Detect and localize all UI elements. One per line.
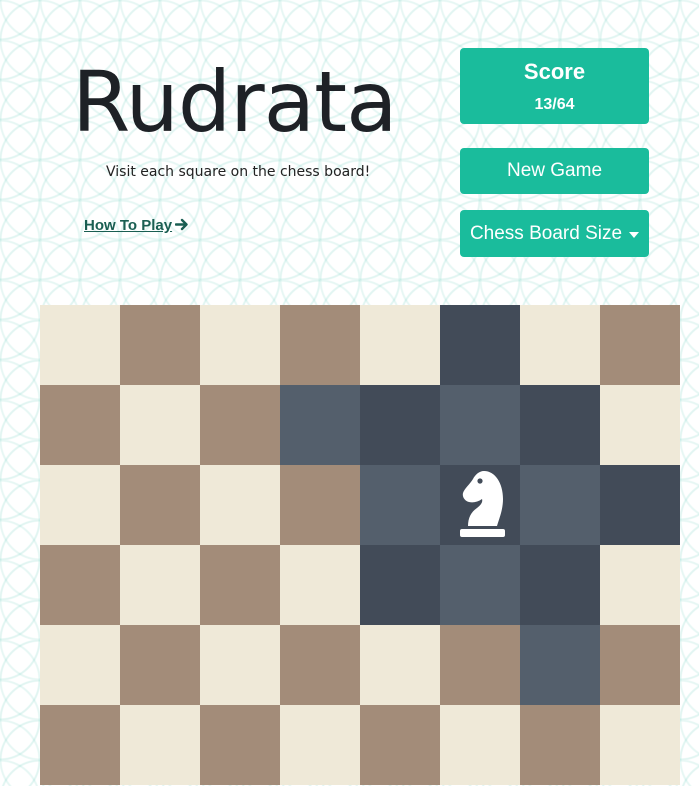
how-to-play-label: How To Play (84, 217, 173, 234)
available-move-square[interactable] (440, 385, 520, 465)
available-move-square[interactable] (440, 545, 520, 625)
board-square[interactable] (600, 545, 680, 625)
board-square[interactable] (40, 705, 120, 785)
board-square[interactable] (520, 305, 600, 385)
board-square[interactable] (200, 305, 280, 385)
board-square[interactable] (200, 465, 280, 545)
chess-knight-icon (450, 468, 510, 542)
board-square[interactable] (280, 305, 360, 385)
board-square[interactable] (280, 625, 360, 705)
board-square[interactable] (120, 465, 200, 545)
available-move-square[interactable] (360, 465, 440, 545)
board-square[interactable] (40, 625, 120, 705)
board-square[interactable] (600, 385, 680, 465)
board-square[interactable] (600, 705, 680, 785)
board-square[interactable] (120, 545, 200, 625)
board-size-dropdown[interactable]: Chess Board Size (460, 210, 649, 257)
available-move-square[interactable] (280, 385, 360, 465)
page-title: Rudrata (72, 53, 398, 151)
how-to-play-link[interactable]: How To Play (84, 217, 189, 234)
board-square[interactable] (440, 625, 520, 705)
caret-down-icon (629, 231, 640, 238)
visited-square[interactable] (360, 545, 440, 625)
board-square[interactable] (40, 465, 120, 545)
board-square[interactable] (280, 705, 360, 785)
board-square[interactable] (360, 625, 440, 705)
arrow-right-icon (172, 217, 189, 234)
board-square[interactable] (200, 385, 280, 465)
board-square[interactable] (440, 705, 520, 785)
board-square[interactable] (280, 465, 360, 545)
tagline: Visit each square on the chess board! (106, 164, 371, 180)
score-panel: Score 13/64 (460, 48, 649, 124)
board-square[interactable] (120, 305, 200, 385)
board-square[interactable] (200, 545, 280, 625)
visited-square[interactable] (440, 305, 520, 385)
knight-square[interactable] (440, 465, 520, 545)
score-label: Score (523, 59, 586, 84)
board-square[interactable] (40, 545, 120, 625)
visited-square[interactable] (520, 545, 600, 625)
board-square[interactable] (120, 385, 200, 465)
new-game-button[interactable]: New Game (460, 148, 649, 194)
available-move-square[interactable] (520, 465, 600, 545)
board-square[interactable] (120, 705, 200, 785)
board-square[interactable] (600, 625, 680, 705)
visited-square[interactable] (360, 385, 440, 465)
board-square[interactable] (200, 705, 280, 785)
board-square[interactable] (120, 625, 200, 705)
visited-square[interactable] (520, 385, 600, 465)
visited-square[interactable] (600, 465, 680, 545)
board-square[interactable] (200, 625, 280, 705)
board-square[interactable] (360, 305, 440, 385)
new-game-label: New Game (506, 160, 603, 181)
chess-board (40, 305, 680, 786)
board-square[interactable] (360, 705, 440, 785)
available-move-square[interactable] (520, 625, 600, 705)
score-value: 13/64 (534, 96, 575, 113)
board-square[interactable] (520, 705, 600, 785)
board-square[interactable] (280, 545, 360, 625)
board-size-label: Chess Board Size (469, 222, 623, 244)
board-square[interactable] (40, 305, 120, 385)
board-square[interactable] (600, 305, 680, 385)
board-square[interactable] (40, 385, 120, 465)
